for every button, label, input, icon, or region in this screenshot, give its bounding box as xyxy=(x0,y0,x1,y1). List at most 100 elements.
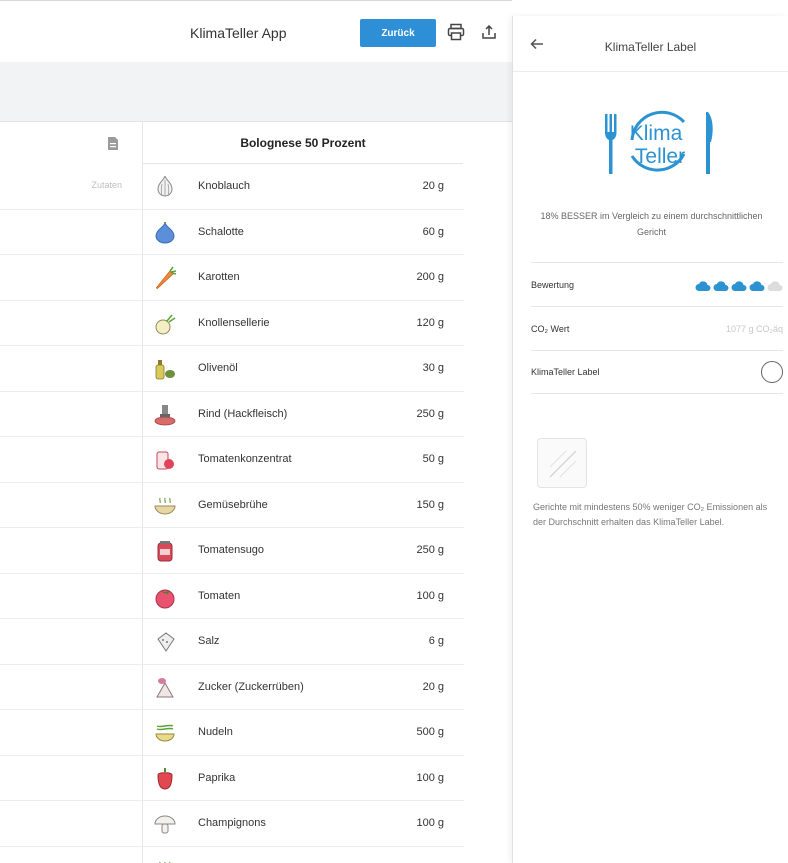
rating-label: Bewertung xyxy=(531,279,575,290)
ingredient-amount: 6 g xyxy=(428,635,444,647)
ingredient-amount: 100 g xyxy=(416,589,444,602)
rating-row: Bewertung xyxy=(531,262,783,306)
ingredient-name: Schalotte xyxy=(198,225,244,238)
ingredient-name: Olivenöl xyxy=(198,362,238,374)
ingredient-name: Tomatenkonzentrat xyxy=(198,453,292,465)
left-cell xyxy=(0,846,143,863)
panel-title: KlimaTeller Label xyxy=(604,40,697,54)
carrot-icon xyxy=(152,265,178,291)
klimateller-logo: Klima Teller xyxy=(598,100,718,190)
ingredient-row[interactable]: Rind (Hackfleisch) 250 g xyxy=(0,391,464,437)
minced-beef-icon xyxy=(152,402,178,428)
left-cell xyxy=(0,346,143,391)
co2-row: CO₂ Wert 1077 g CO₂äq xyxy=(531,306,783,350)
ingredient-name: Salz xyxy=(198,635,220,647)
panel-header: KlimaTeller Label xyxy=(513,16,788,72)
ingredient-name: Knollensellerie xyxy=(198,316,270,329)
ingredient-name: Zucker (Zuckerrüben) xyxy=(198,680,304,693)
top-bar: KlimaTeller App Zurück xyxy=(0,0,512,62)
label-image-placeholder-icon xyxy=(537,438,587,488)
ingredient-row[interactable]: Tomatenkonzentrat 50 g xyxy=(0,437,464,483)
document-icon[interactable] xyxy=(107,136,119,156)
broth-icon xyxy=(152,493,178,519)
left-cell xyxy=(0,437,143,482)
left-cell xyxy=(0,164,143,209)
ingredient-name: Gemüsebrühe xyxy=(198,498,268,511)
sugar-icon xyxy=(152,675,178,701)
left-cell xyxy=(0,391,143,436)
left-cell xyxy=(0,209,143,254)
logo-text-teller: Teller xyxy=(635,145,685,168)
share-icon[interactable] xyxy=(478,21,500,43)
cloud-filled-icon xyxy=(749,279,765,291)
ingredient-name: Knoblauch xyxy=(198,180,250,192)
left-cell xyxy=(0,300,143,345)
garlic-icon xyxy=(152,174,178,200)
main-pane: KlimaTeller App Zurück Zutaten Bolognese… xyxy=(0,0,512,863)
back-button[interactable]: Zurück xyxy=(360,19,436,47)
ingredient-name: Rind (Hackfleisch) xyxy=(198,407,288,420)
paprika-icon xyxy=(152,766,178,792)
co2-label: CO₂ Wert xyxy=(531,323,570,334)
label-toggle-label: KlimaTeller Label xyxy=(531,367,600,377)
cloud-empty-icon xyxy=(767,279,783,291)
recipe-title: Bolognese 50 Prozent xyxy=(143,122,463,164)
left-cell xyxy=(0,755,143,800)
ingredient-row[interactable]: Gemüsebrühe100 g xyxy=(0,846,464,863)
cloud-filled-icon xyxy=(713,279,729,291)
ingredient-amount: 150 g xyxy=(416,498,444,511)
rating-clouds xyxy=(695,279,783,291)
klimateller-panel: KlimaTeller Label Klima Teller 18% BESSE… xyxy=(512,16,788,863)
ingredient-row[interactable]: Nudeln 500 g xyxy=(0,710,464,756)
tomato-sauce-icon xyxy=(152,538,178,564)
ingredient-row[interactable]: Champignons 100 g xyxy=(0,801,464,847)
ingredient-row[interactable]: Knoblauch 20 g xyxy=(0,164,464,210)
cloud-filled-icon xyxy=(731,279,747,291)
left-cell xyxy=(0,710,143,755)
tomato-paste-icon xyxy=(152,447,178,473)
ingredient-row[interactable]: Knollensellerie 120 g xyxy=(0,300,464,346)
ingredient-row[interactable]: Tomatensugo 250 g xyxy=(0,528,464,574)
ingredient-row[interactable]: Salz 6 g xyxy=(0,619,464,665)
left-cell xyxy=(0,528,143,573)
ingredient-amount: 20 g xyxy=(422,680,444,693)
ingredient-row[interactable]: Karotten 200 g xyxy=(0,255,464,301)
ingredient-name: Champignons xyxy=(198,817,266,829)
ingredient-amount: 250 g xyxy=(416,544,444,556)
logo-text-klima: Klima xyxy=(630,122,683,145)
ingredient-row[interactable]: Tomaten 100 g xyxy=(0,573,464,619)
ingredient-rows: Knoblauch 20 g Schalotte 60 g Karotten 200 gK… xyxy=(0,164,464,863)
ingredient-row[interactable]: Zucker (Zuckerrüben) 20 g xyxy=(0,664,464,710)
ingredient-amount: 60 g xyxy=(422,225,444,238)
cloud-filled-icon xyxy=(695,279,711,291)
ingredient-amount: 50 g xyxy=(422,453,444,465)
comparison-text: 18% BESSER im Vergleich zu einem durchsc… xyxy=(540,211,763,237)
app-title: KlimaTeller App xyxy=(190,25,287,41)
label-toggle-row: KlimaTeller Label xyxy=(531,350,783,394)
salt-icon xyxy=(152,629,178,655)
ingredient-name: Tomatensugo xyxy=(198,544,265,556)
ingredient-name: Nudeln xyxy=(198,726,233,738)
ingredient-amount: 250 g xyxy=(416,407,444,420)
ingredient-row[interactable]: Schalotte 60 g xyxy=(0,209,464,255)
ingredient-row[interactable]: Gemüsebrühe 150 g xyxy=(0,482,464,528)
ingredient-amount: 500 g xyxy=(416,726,444,738)
left-cell xyxy=(0,255,143,300)
celeriac-icon xyxy=(152,311,178,337)
print-icon[interactable] xyxy=(445,21,467,43)
ingredient-name: Paprika xyxy=(198,771,236,784)
ingredient-row[interactable]: Olivenöl 30 g xyxy=(0,346,464,392)
ingredient-amount: 30 g xyxy=(422,362,444,374)
ingredient-row[interactable]: Paprika 100 g xyxy=(0,755,464,801)
noodles-icon xyxy=(152,720,178,746)
ingredient-amount: 200 g xyxy=(416,271,444,283)
ingredient-amount: 100 g xyxy=(416,771,444,784)
ingredient-amount: 100 g xyxy=(416,817,444,829)
left-cell xyxy=(0,619,143,664)
ingredient-amount: 20 g xyxy=(422,180,444,192)
left-cell xyxy=(0,482,143,527)
label-info-text: Gerichte mit mindestens 50% weniger CO₂ … xyxy=(533,502,768,527)
shallot-icon xyxy=(152,220,178,246)
sub-toolbar xyxy=(0,62,512,122)
label-toggle-radio[interactable] xyxy=(761,361,783,383)
